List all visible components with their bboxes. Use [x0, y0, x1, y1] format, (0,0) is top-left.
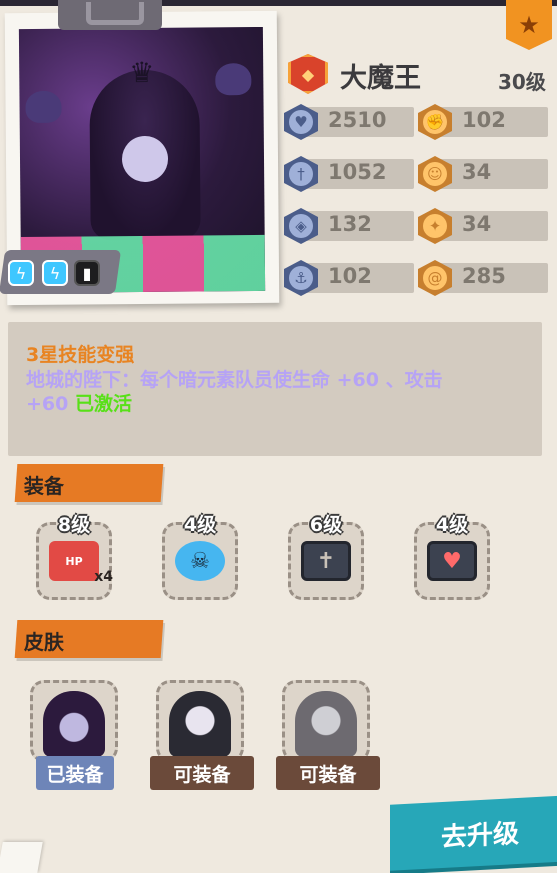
skin-section-header: 皮肤 — [14, 620, 164, 658]
skin-slot-1[interactable] — [30, 680, 118, 762]
upgrade-button[interactable]: 去升级 — [390, 795, 557, 871]
dark-jar-icon: ▮ — [74, 260, 100, 286]
equipment-level: 4级 — [183, 514, 217, 536]
equipment-level: 8级 — [57, 514, 91, 536]
ghost-icon — [25, 90, 62, 124]
ghost-icon — [215, 63, 252, 96]
hero-detail-panel: ♛ ϟ ϟ ▮ ★ ◆ 大魔王 30级 ♥ 2510 † 1052 ◈ 132 … — [0, 0, 557, 873]
equipment-section-header: 装备 — [14, 464, 164, 502]
equipment-level: 4级 — [435, 514, 469, 536]
hp-battery-icon: HP x4 — [49, 541, 113, 585]
gravestone-tv-icon: ✝ — [301, 541, 351, 581]
skill-box: 3星技能变强 地城的陛下：每个暗元素队员使生命 +60 、攻击 +60 已激活 — [8, 322, 542, 456]
skill-description: 地城的陛下：每个暗元素队员使生命 +60 、攻击 +60 已激活 — [26, 368, 466, 416]
rank-shield-icon: ◆ — [288, 54, 328, 94]
skin-slot-3[interactable] — [282, 680, 370, 762]
skin-portrait — [169, 691, 231, 757]
blue-skull-icon: ☠ — [175, 541, 225, 581]
hero-face — [121, 135, 169, 183]
skin-equipped-button[interactable]: 已装备 — [36, 756, 114, 790]
skill-status: 已激活 — [75, 393, 133, 415]
lightning-shield-icon: ϟ — [8, 260, 34, 286]
skin-portrait — [295, 691, 357, 757]
hero-name: 大魔王 — [340, 63, 421, 94]
skin-equip-button[interactable]: 可装备 — [150, 756, 254, 790]
equipment-count: x4 — [94, 569, 113, 585]
hero-level: 30级 — [498, 70, 546, 94]
skin-slot-2[interactable] — [156, 680, 244, 762]
equipment-level: 6级 — [309, 514, 343, 536]
crown-icon: ♛ — [129, 55, 155, 90]
lightning-shield-icon: ϟ — [42, 260, 68, 286]
skin-portrait — [43, 691, 105, 757]
portrait-tv-icon: ♥ — [427, 541, 477, 581]
skin-equip-button[interactable]: 可装备 — [276, 756, 380, 790]
paper-clip — [58, 0, 162, 30]
skill-title: 3星技能变强 — [26, 344, 135, 366]
paper-corner — [0, 842, 43, 873]
favorite-star-icon[interactable]: ★ — [506, 0, 552, 50]
